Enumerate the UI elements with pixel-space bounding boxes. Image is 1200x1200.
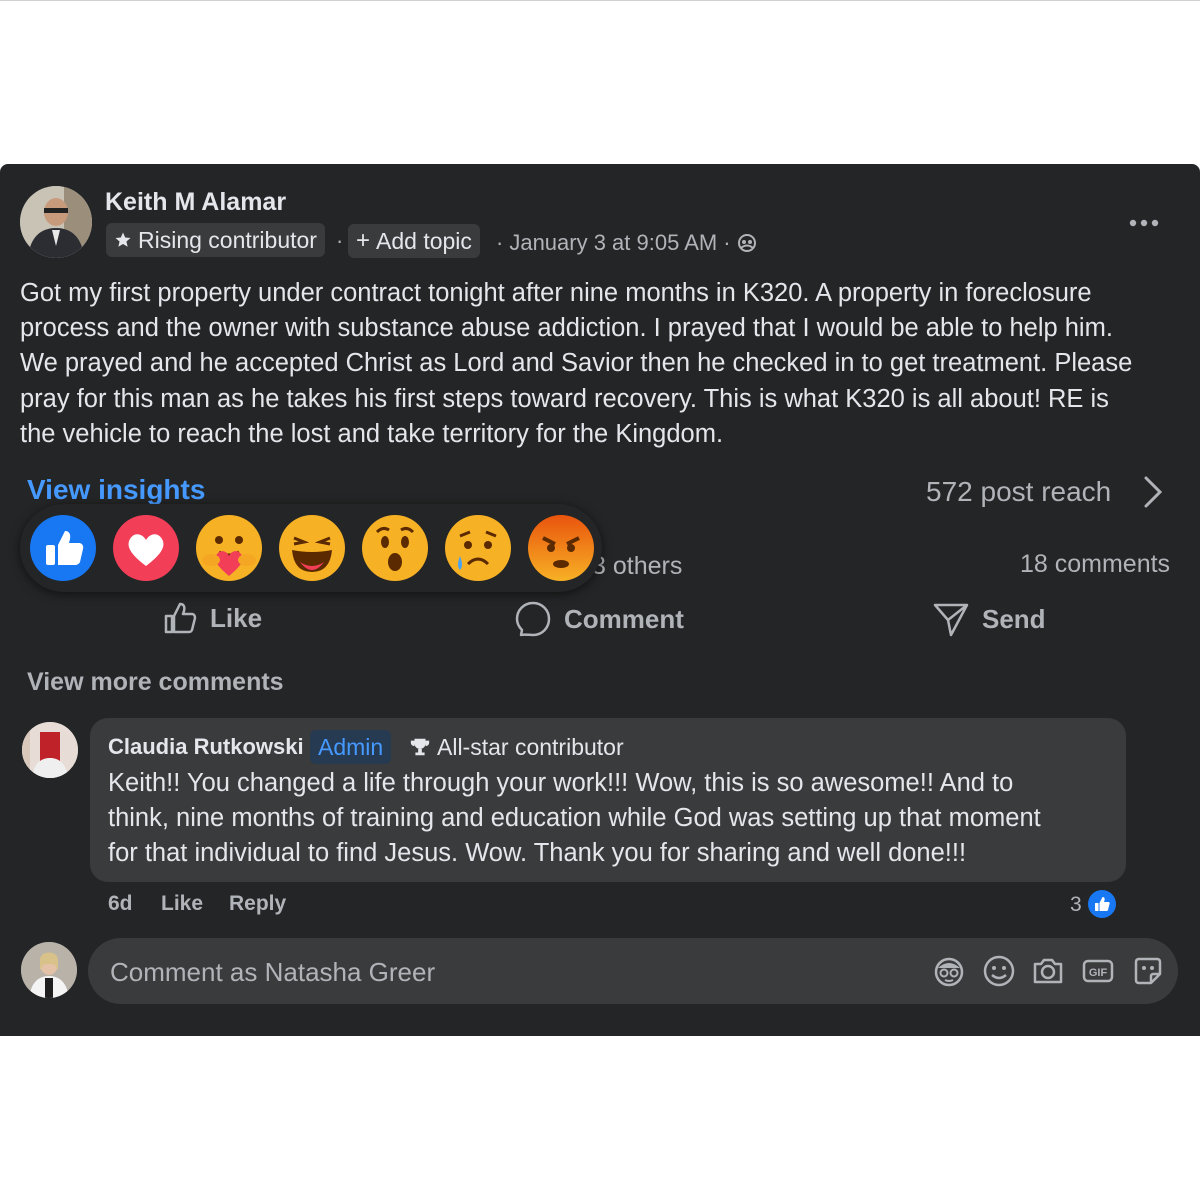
comment-button[interactable]: Comment (514, 600, 684, 638)
separator-dot: · (723, 230, 731, 255)
more-dots-icon (1129, 219, 1159, 227)
comments-count[interactable]: 18 comments (1020, 550, 1170, 579)
post-meta: · January 3 at 9:05 AM · (496, 230, 757, 256)
plus-icon: + (356, 227, 371, 254)
post-line: pray for this man as he takes his first … (20, 384, 1109, 413)
post-line: process and the owner with substance abu… (20, 314, 1113, 343)
angry-reaction-icon[interactable] (527, 514, 595, 582)
comment-like-button[interactable]: Like (161, 892, 203, 916)
post-timestamp[interactable]: January 3 at 9:05 AM (509, 230, 717, 256)
trophy-icon (410, 738, 430, 756)
chevron-right-icon[interactable] (1140, 474, 1166, 510)
commenter-name[interactable]: Claudia Rutkowski (108, 734, 304, 760)
separator-dot: · (496, 230, 504, 255)
comment-label: Comment (564, 603, 684, 634)
love-reaction-icon[interactable] (112, 514, 180, 582)
like-badge-icon[interactable] (1086, 888, 1118, 920)
haha-reaction-icon[interactable] (278, 514, 346, 582)
thumbs-up-icon (164, 602, 197, 634)
badge-label: Rising contributor (138, 227, 317, 253)
author-name[interactable]: Keith M Alamar (105, 188, 286, 217)
sad-reaction-icon[interactable] (444, 514, 512, 582)
camera-icon[interactable] (1031, 954, 1065, 988)
svg-text:GIF: GIF (1089, 967, 1108, 979)
comment-reply-button[interactable]: Reply (229, 892, 286, 916)
view-more-comments-link[interactable]: View more comments (27, 668, 284, 697)
more-options-button[interactable] (1128, 204, 1160, 236)
comment-reaction-count[interactable]: 3 (1070, 893, 1082, 917)
badge-label: All-star contributor (437, 734, 624, 760)
post-line: Got my first property under contract ton… (20, 279, 1092, 307)
separator-dot: · (336, 228, 344, 253)
post-line: the vehicle to reach the lost and take t… (20, 419, 724, 448)
post-line: We prayed and he accepted Christ as Lord… (20, 349, 1133, 378)
comment-line: for that individual to find Jesus. Wow. … (108, 839, 967, 868)
rising-contributor-badge[interactable]: Rising contributor (106, 223, 325, 257)
avatar-sticker-icon[interactable] (932, 954, 966, 988)
members-globe-icon (737, 234, 756, 252)
author-avatar[interactable] (20, 186, 92, 258)
comment-input[interactable] (108, 938, 912, 1006)
comment-line: Keith!! You changed a life through your … (108, 769, 1014, 797)
all-star-contributor-badge[interactable]: All-star contributor (401, 730, 632, 764)
comment-text: Keith!! You changed a life through your … (108, 766, 1118, 872)
top-divider (0, 0, 1200, 1)
add-topic-button[interactable]: + Add topic (348, 224, 480, 258)
wow-reaction-icon[interactable] (361, 514, 429, 582)
emoji-icon[interactable] (982, 954, 1016, 988)
like-button[interactable]: Like (162, 600, 262, 636)
comment-line: think, nine months of training and educa… (108, 804, 1041, 833)
comment-age[interactable]: 6d (108, 892, 133, 916)
add-topic-label: Add topic (376, 228, 472, 254)
star-icon (115, 232, 131, 247)
post-reach[interactable]: 572 post reach (926, 476, 1111, 508)
post-body: Got my first property under contract ton… (20, 276, 1180, 452)
send-button[interactable]: Send (932, 600, 1046, 638)
comment-bubble-icon (515, 601, 551, 637)
view-insights-link[interactable]: View insights (27, 474, 205, 506)
reactions-others-text[interactable]: 3 others (592, 552, 682, 581)
current-user-avatar[interactable] (21, 942, 77, 998)
like-reaction-icon[interactable] (29, 514, 97, 582)
send-icon (933, 603, 969, 637)
care-reaction-icon[interactable] (195, 514, 263, 582)
admin-badge[interactable]: Admin (310, 730, 392, 764)
send-label: Send (982, 603, 1046, 634)
gif-icon[interactable]: GIF (1081, 954, 1115, 988)
sticker-icon[interactable] (1131, 954, 1165, 988)
like-label: Like (210, 602, 263, 633)
commenter-avatar[interactable] (22, 722, 78, 778)
